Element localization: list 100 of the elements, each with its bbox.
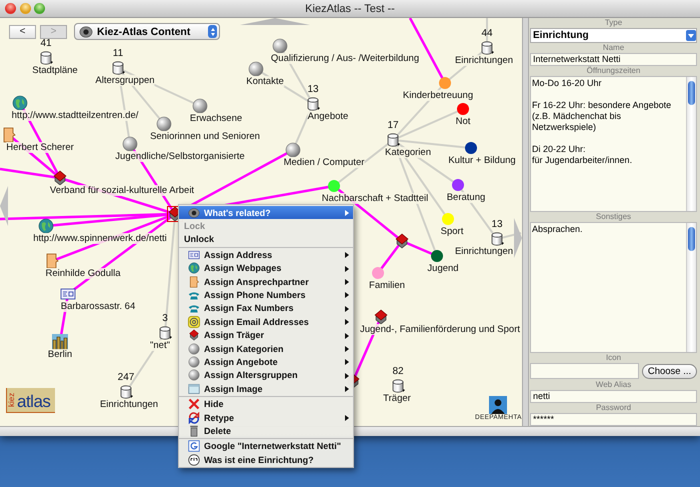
node-label: Erwachsene [190,113,242,124]
menu-item[interactable]: What's related? [179,206,353,220]
cube-icon [188,329,200,342]
window-title: KiezAtlas -- Test -- [305,2,395,14]
scroll-thumb[interactable] [688,226,695,251]
node-label: "net" [150,340,170,351]
choose-button[interactable]: Choose ... [642,364,697,379]
cube-icon[interactable] [394,233,410,249]
menu-item[interactable]: Retype [179,410,353,424]
menu-item[interactable]: Assign Träger [179,328,353,342]
field-label: Type [604,18,624,28]
back-button[interactable]: < [9,24,36,38]
category-dot[interactable] [431,250,443,262]
cylinder-icon[interactable] [118,384,134,400]
scroll-thumb[interactable] [688,80,695,105]
city-buildings-icon[interactable] [52,334,68,350]
node-label: Einrichtungen [454,246,514,257]
menu-item[interactable]: Assign Email Addresses [179,315,353,329]
cube-icon[interactable] [52,170,68,186]
cylinder-icon[interactable] [479,40,495,56]
person-silhouette-icon [489,396,508,414]
node-label: Berlin [48,349,72,360]
cylinder-icon[interactable] [489,231,505,247]
category-dot[interactable] [442,213,454,225]
menu-item[interactable]: Assign Webpages [179,262,353,275]
node-label: http://www.spinnenwerk.de/netti [33,233,167,244]
globe-icon[interactable] [12,95,28,111]
address-card-icon [188,248,200,261]
cylinder-icon[interactable] [110,60,126,76]
menu-item[interactable]: Hide [179,397,353,411]
eye-icon [188,206,200,219]
stepper-icon [208,25,217,38]
circular-arrows-icon [188,412,200,424]
node-label: Beratung [446,192,486,203]
count-label: 247 [118,372,134,383]
node-label: Jugendliche/Selbstorganisierte [115,151,245,162]
address-card-icon[interactable] [60,286,76,302]
category-dot[interactable] [457,103,469,115]
type-dropdown[interactable]: Einrichtung [530,28,697,43]
sphere-icon[interactable] [272,38,288,54]
count-label: 3 [162,313,168,324]
sphere-icon [188,342,200,355]
menu-item[interactable]: Unlock [179,232,353,246]
at-sign-icon [188,316,200,328]
cylinder-icon[interactable] [157,325,173,341]
help-bubble-icon [188,454,200,466]
node-label: Herbert Scherer [6,142,74,153]
field-label: Password [594,403,632,413]
icon-field[interactable] [530,363,639,380]
menu-item[interactable]: Was ist eine Einrichtung? [179,453,353,466]
sphere-icon[interactable] [192,98,208,114]
node-label: Kategorien [385,147,431,158]
node-label: Jugend [427,263,459,274]
count-label: 13 [491,219,503,230]
cube-icon[interactable] [373,309,389,325]
field-label: Web Alias [594,380,632,390]
category-dot[interactable] [465,142,477,154]
scrollbar[interactable] [686,222,696,352]
count-label: 44 [481,28,493,39]
category-dot[interactable] [372,267,384,279]
field-label: Öffnungszeiten [586,66,642,76]
zoom-button[interactable] [34,3,45,14]
sphere-icon[interactable] [285,142,301,158]
cross-icon [188,398,200,410]
menu-item[interactable]: Assign Kategorien [179,342,353,356]
node-label: Einrichtungen [100,399,158,410]
name-field[interactable]: Internetwerkstatt Netti [530,52,697,66]
close-button[interactable] [5,3,16,14]
count-label: 82 [392,366,404,377]
category-dot[interactable] [328,180,340,192]
contact-card-icon[interactable] [1,127,17,143]
web-alias-field[interactable]: netti [530,390,697,404]
count-label: 11 [112,48,124,59]
node-label: Angebote [308,111,348,122]
sphere-icon[interactable] [248,61,264,77]
cylinder-icon[interactable] [38,50,54,66]
sphere-icon[interactable] [122,136,138,152]
sphere-icon[interactable] [156,116,172,132]
globe-icon[interactable] [38,218,54,234]
contact-card-icon[interactable] [44,253,60,269]
view-dropdown[interactable]: Kiez-Atlas Content [74,23,220,40]
menu-item[interactable]: Assign Altersgruppen [179,368,353,382]
menu-item[interactable]: Assign Address [179,248,353,262]
node-label: http://www.stadtteilzentren.de/ [12,110,138,121]
menu-item[interactable]: Assign Phone Numbers [179,288,353,302]
node-label: Medien / Computer [284,157,364,168]
menu-item[interactable]: Google "Internetwerkstatt Netti" [179,440,353,454]
scroll-left-arrow-icon[interactable] [0,186,8,226]
category-dot[interactable] [452,179,464,191]
scrollbar[interactable] [686,76,696,212]
menu-item[interactable]: Assign Angebote [179,355,353,369]
menu-item[interactable]: Assign Image [179,382,353,396]
cylinder-icon[interactable] [385,132,401,148]
menu-item[interactable]: Assign Ansprechpartner [179,274,353,288]
menu-item[interactable]: Assign Fax Numbers [179,302,353,316]
cylinder-icon[interactable] [305,96,321,112]
menu-item[interactable]: Delete [179,424,353,438]
cylinder-icon[interactable] [390,378,406,394]
category-dot[interactable] [439,77,451,89]
password-field[interactable]: ****** [530,412,697,426]
